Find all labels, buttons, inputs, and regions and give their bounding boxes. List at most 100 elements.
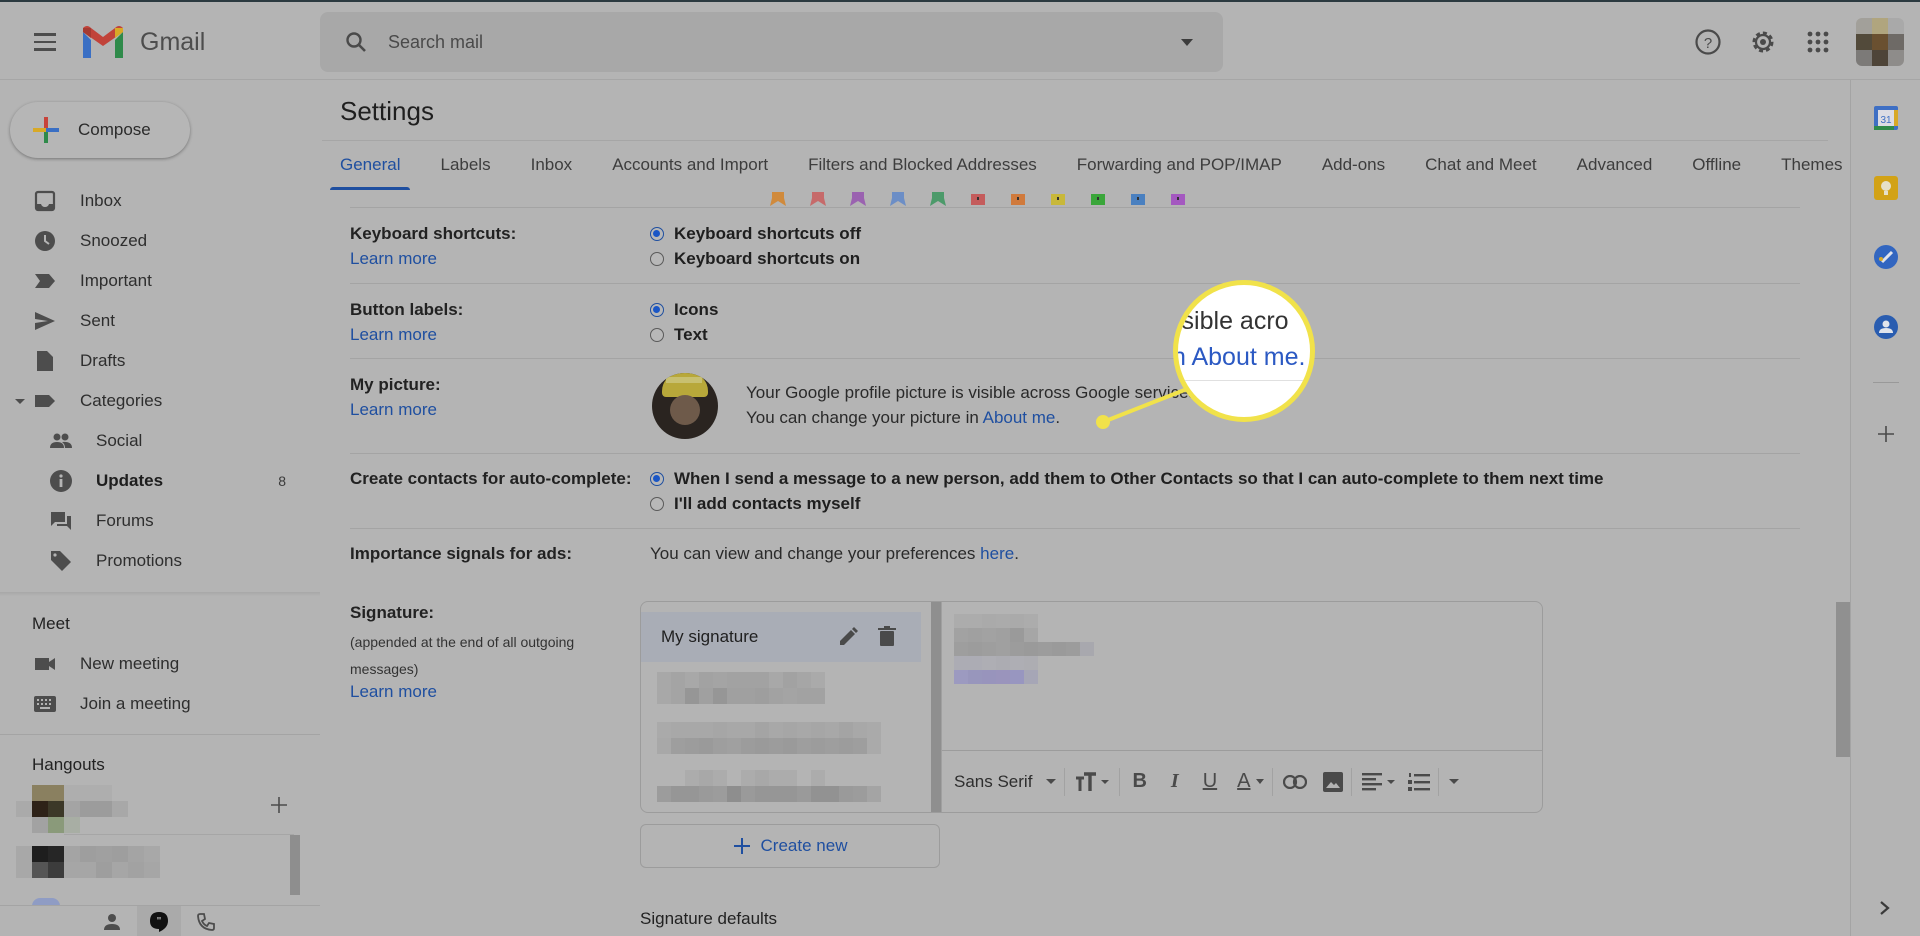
- underline-icon[interactable]: U: [1203, 767, 1217, 797]
- join-meeting-button[interactable]: Join a meeting: [0, 684, 320, 724]
- button-labels-text-radio[interactable]: Text: [650, 325, 708, 345]
- font-family-select[interactable]: Sans Serif: [954, 767, 1057, 797]
- calendar-icon[interactable]: 31: [1873, 105, 1899, 131]
- sidebar-item-promotions[interactable]: Promotions: [0, 541, 320, 581]
- gmail-logo[interactable]: Gmail: [80, 24, 205, 60]
- contacts-icon[interactable]: [1873, 314, 1899, 340]
- edit-icon[interactable]: [837, 626, 859, 648]
- add-hangout-icon[interactable]: [270, 796, 288, 814]
- marker-icon[interactable]: [1090, 192, 1106, 206]
- text-color-button[interactable]: A: [1237, 767, 1265, 797]
- sidebar-item-updates[interactable]: Updates 8: [0, 461, 320, 501]
- conversations-tab[interactable]: ": [137, 906, 181, 936]
- radio-label: Keyboard shortcuts on: [674, 249, 861, 268]
- tab-forwarding[interactable]: Forwarding and POP/IMAP: [1067, 150, 1292, 190]
- star-icon[interactable]: [770, 192, 786, 206]
- tab-themes[interactable]: Themes: [1771, 150, 1852, 190]
- tab-chat-and-meet[interactable]: Chat and Meet: [1415, 150, 1547, 190]
- menu-icon[interactable]: [28, 28, 62, 58]
- align-icon: [1362, 772, 1396, 790]
- signature-item-redacted[interactable]: [657, 770, 881, 802]
- signature-text-editor[interactable]: Sans Serif B I U A: [941, 602, 1543, 812]
- sidebar-divider: [0, 592, 320, 596]
- create-new-signature-button[interactable]: Create new: [640, 824, 940, 868]
- signature-item-redacted[interactable]: [657, 722, 881, 754]
- sidebar-item-snoozed[interactable]: Snoozed: [0, 221, 320, 261]
- collapse-caret-icon[interactable]: [15, 399, 25, 404]
- font-size-button[interactable]: [1075, 767, 1111, 797]
- hangouts-contact-redacted[interactable]: [16, 846, 176, 878]
- button-labels-learn-more-link[interactable]: Learn more: [350, 325, 437, 345]
- search-input[interactable]: [388, 31, 1148, 53]
- phone-tab[interactable]: [184, 906, 228, 936]
- compose-button[interactable]: Compose: [10, 102, 190, 158]
- contacts-tab[interactable]: [90, 906, 134, 936]
- about-me-link[interactable]: About me: [983, 408, 1056, 427]
- get-add-ons-icon[interactable]: [1877, 425, 1895, 443]
- app-name: Gmail: [140, 27, 206, 56]
- create-new-label: Create new: [760, 836, 848, 855]
- marker-icon[interactable]: [1010, 192, 1026, 206]
- tab-inbox[interactable]: Inbox: [521, 150, 583, 190]
- star-icon[interactable]: [930, 192, 946, 206]
- signature-item-redacted[interactable]: [657, 672, 839, 704]
- sidebar-item-forums[interactable]: Forums: [0, 501, 320, 541]
- sidebar-item-important[interactable]: Important: [0, 261, 320, 301]
- keep-icon[interactable]: [1873, 175, 1899, 201]
- numbered-list-icon[interactable]: [1408, 767, 1431, 797]
- more-formatting-icon[interactable]: [1449, 767, 1460, 797]
- sidebar-item-inbox[interactable]: Inbox: [0, 181, 320, 221]
- hangouts-scrollbar[interactable]: [290, 835, 300, 895]
- keyboard-shortcuts-learn-more-link[interactable]: Learn more: [350, 249, 437, 269]
- keyboard-shortcuts-on-radio[interactable]: Keyboard shortcuts on: [650, 249, 860, 269]
- star-icon[interactable]: [890, 192, 906, 206]
- star-icon[interactable]: [850, 192, 866, 206]
- signature-list-scrollbar[interactable]: [931, 602, 941, 812]
- signature-item-selected[interactable]: My signature: [641, 612, 921, 662]
- insert-image-icon[interactable]: [1323, 767, 1344, 797]
- tasks-icon[interactable]: [1873, 244, 1899, 270]
- settings-icon[interactable]: [1749, 28, 1777, 56]
- stars-row: Not in use:: [350, 190, 1800, 208]
- align-button[interactable]: [1362, 767, 1396, 797]
- star-icon[interactable]: [810, 192, 826, 206]
- tab-accounts-and-import[interactable]: Accounts and Import: [602, 150, 778, 190]
- expand-panel-icon[interactable]: [1879, 900, 1891, 916]
- my-picture-learn-more-link[interactable]: Learn more: [350, 400, 437, 420]
- marker-icon[interactable]: [1050, 192, 1066, 206]
- info-icon: [50, 470, 72, 492]
- profile-picture[interactable]: [652, 373, 718, 439]
- tab-labels[interactable]: Labels: [430, 150, 500, 190]
- ads-preferences-link[interactable]: here: [980, 544, 1014, 563]
- tab-filters[interactable]: Filters and Blocked Addresses: [798, 150, 1047, 190]
- sidebar-item-sent[interactable]: Sent: [0, 301, 320, 341]
- insert-link-icon[interactable]: [1283, 767, 1308, 797]
- keyboard-shortcuts-off-radio[interactable]: Keyboard shortcuts off: [650, 224, 861, 244]
- bold-icon[interactable]: B: [1132, 767, 1146, 797]
- apps-icon[interactable]: [1804, 28, 1832, 56]
- new-meeting-button[interactable]: New meeting: [0, 644, 320, 684]
- signature-learn-more-link[interactable]: Learn more: [350, 682, 437, 702]
- marker-icon[interactable]: [1170, 192, 1186, 206]
- auto-add-contacts-radio[interactable]: When I send a message to a new person, a…: [650, 469, 1604, 489]
- hangouts-contact-redacted[interactable]: [16, 785, 144, 849]
- marker-icon[interactable]: [1130, 192, 1146, 206]
- search-icon[interactable]: [344, 30, 368, 54]
- delete-icon[interactable]: [877, 625, 897, 647]
- search-options-icon[interactable]: [1181, 39, 1193, 46]
- tab-add-ons[interactable]: Add-ons: [1312, 150, 1395, 190]
- button-labels-icons-radio[interactable]: Icons: [650, 300, 718, 320]
- sidebar-item-social[interactable]: Social: [0, 421, 320, 461]
- tab-offline[interactable]: Offline: [1682, 150, 1751, 190]
- tab-advanced[interactable]: Advanced: [1567, 150, 1663, 190]
- tab-general[interactable]: General: [330, 150, 411, 190]
- sidebar-item-drafts[interactable]: Drafts: [0, 341, 320, 381]
- manual-contacts-radio[interactable]: I'll add contacts myself: [650, 494, 860, 514]
- account-avatar[interactable]: [1856, 18, 1904, 66]
- italic-icon[interactable]: I: [1171, 767, 1179, 797]
- marker-icon[interactable]: [970, 192, 986, 206]
- help-icon[interactable]: ?: [1694, 28, 1722, 56]
- main-scrollbar[interactable]: [1836, 602, 1850, 757]
- sidebar-item-categories[interactable]: Categories: [0, 381, 320, 421]
- signature-note: (appended at the end of all outgoing mes…: [350, 634, 575, 677]
